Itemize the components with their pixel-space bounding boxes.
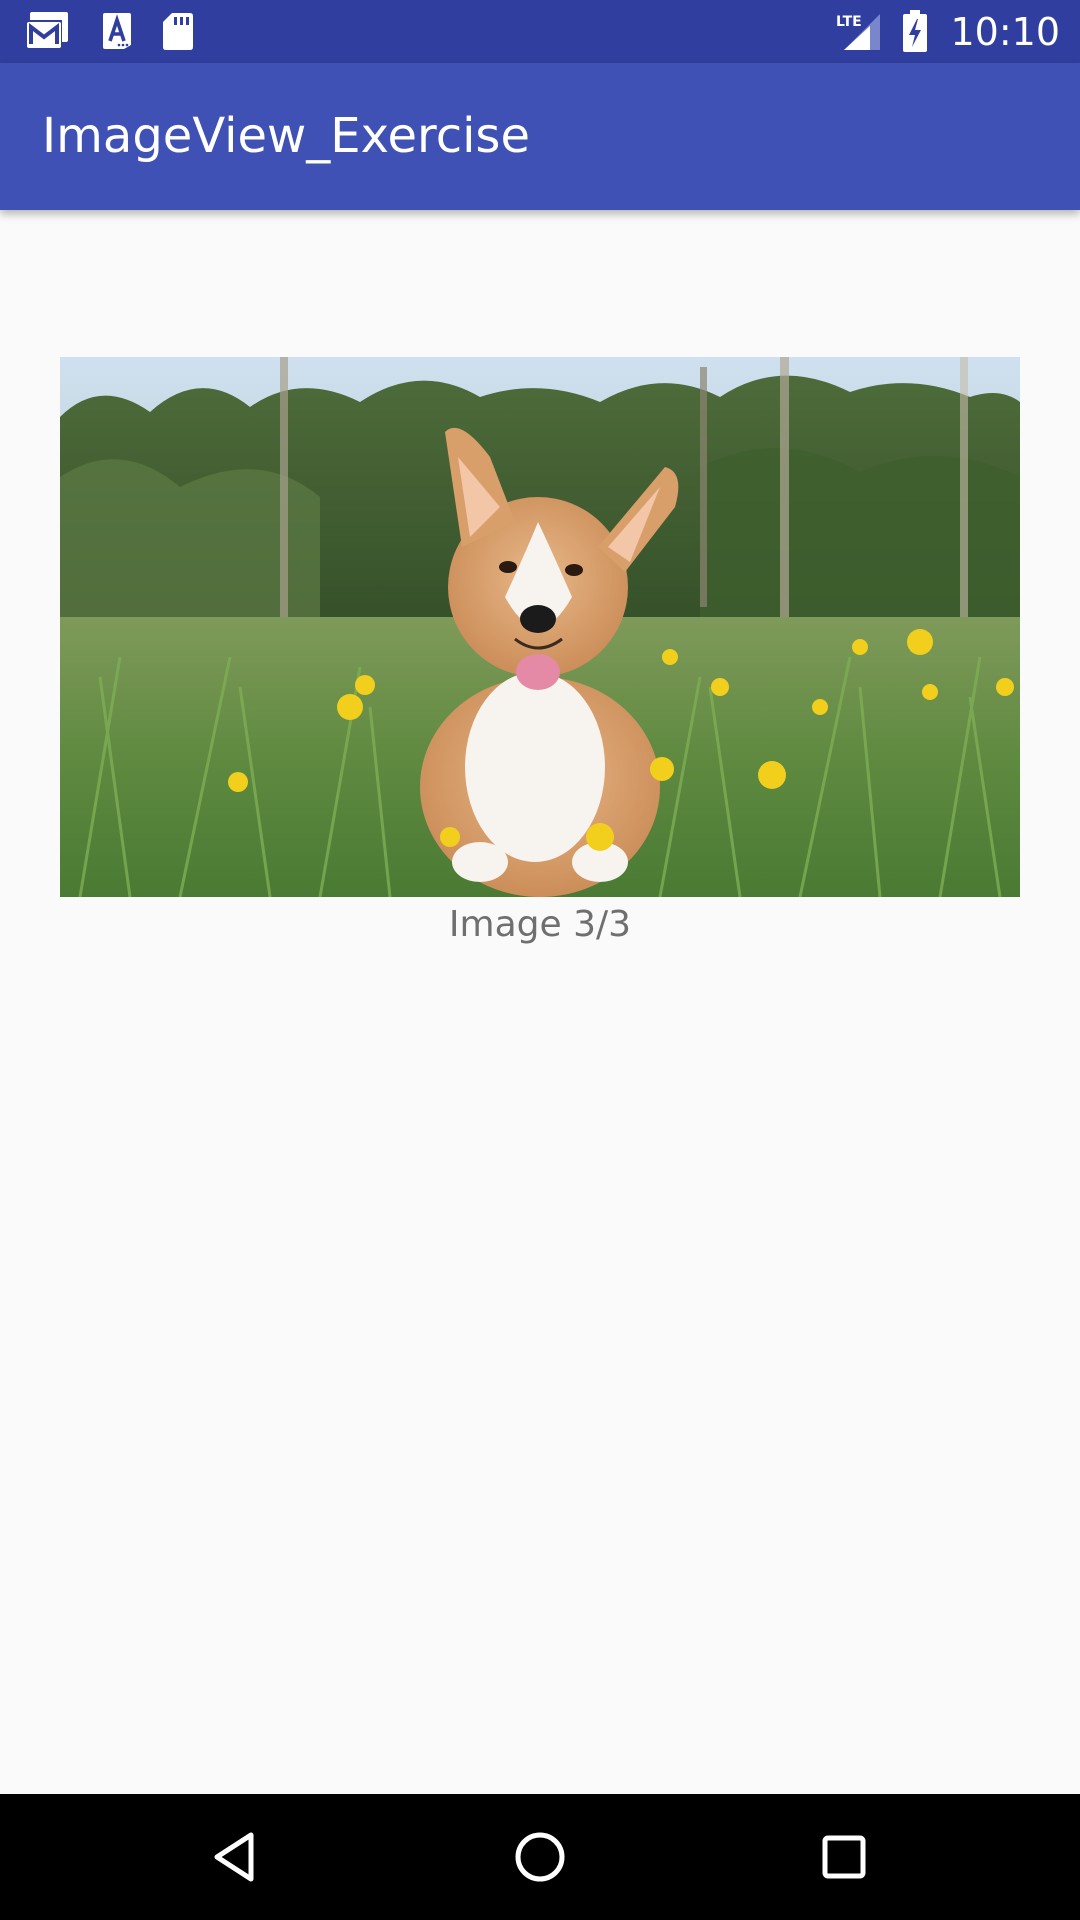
gmail-icon [24, 12, 68, 50]
system-status: LTE 10:10 [836, 0, 1060, 63]
navigation-bar [0, 1794, 1080, 1920]
app-title: ImageView_Exercise [42, 108, 530, 164]
sd-card-icon [163, 13, 193, 50]
back-triangle-icon [214, 1832, 254, 1882]
clock: 10:10 [950, 9, 1060, 54]
home-circle-icon [515, 1832, 565, 1882]
signal-icon: LTE [836, 13, 881, 50]
app-store-icon [103, 13, 131, 49]
image-view[interactable] [60, 357, 1020, 897]
status-bar: LTE 10:10 [0, 0, 1080, 63]
back-button[interactable] [205, 1827, 265, 1887]
battery-charging-icon [903, 9, 928, 52]
home-button[interactable] [510, 1827, 570, 1887]
network-type-label: LTE [836, 14, 862, 30]
recents-square-icon [822, 1835, 866, 1879]
corgi-photo [60, 357, 1020, 897]
app-bar: ImageView_Exercise [0, 63, 1080, 210]
image-counter-label: Image 3/3 [448, 904, 632, 945]
recents-button[interactable] [814, 1827, 874, 1887]
notification-icons [24, 10, 222, 52]
